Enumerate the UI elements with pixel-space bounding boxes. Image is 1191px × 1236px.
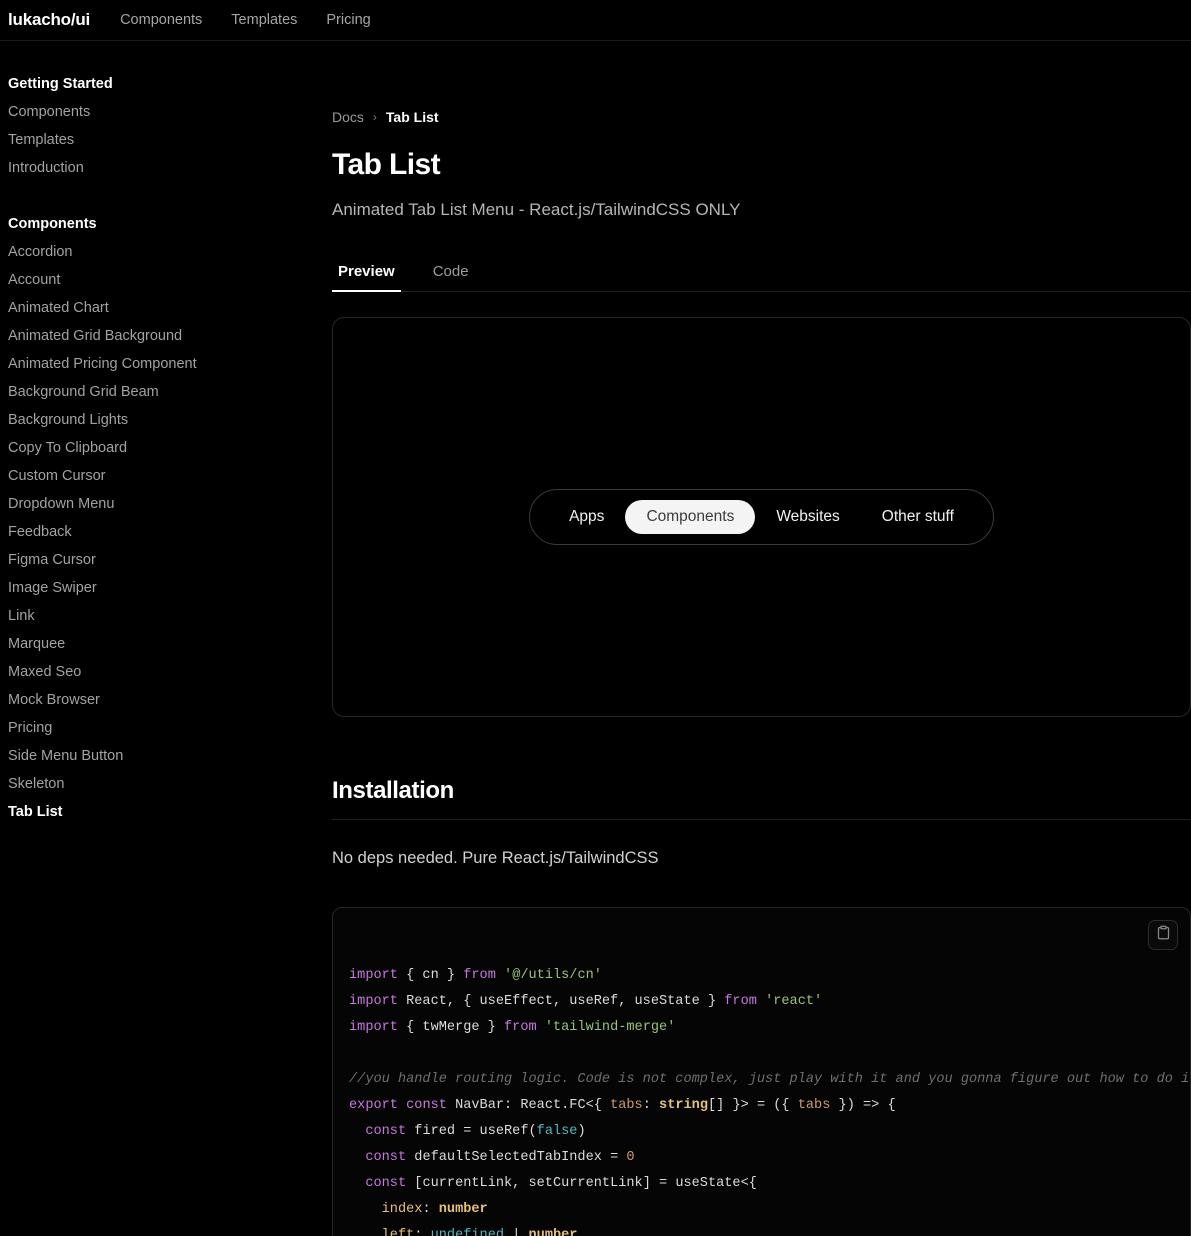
sidebar-item-marquee[interactable]: Marquee: [8, 630, 332, 658]
sidebar-item-templates[interactable]: Templates: [8, 126, 332, 154]
brand-logo[interactable]: lukacho/ui: [8, 10, 90, 30]
code-scroll-area[interactable]: import { cn } from '@/utils/cn' import R…: [333, 926, 1190, 1236]
tab-list-item-websites[interactable]: Websites: [755, 500, 860, 534]
breadcrumb-docs[interactable]: Docs: [332, 109, 364, 125]
docs-sidebar: Getting Started Components Templates Int…: [0, 41, 332, 834]
sidebar-item-side-menu-button[interactable]: Side Menu Button: [8, 742, 332, 770]
main-content: Docs › Tab List Tab List Animated Tab Li…: [332, 41, 1191, 1236]
sidebar-item-animated-chart[interactable]: Animated Chart: [8, 294, 332, 322]
page-title: Tab List: [332, 148, 441, 181]
nav-link-templates[interactable]: Templates: [231, 12, 297, 28]
sidebar-heading-getting-started: Getting Started: [8, 76, 113, 92]
code-content: import { cn } from '@/utils/cn' import R…: [349, 967, 1190, 1236]
sidebar-item-tab-list[interactable]: Tab List: [8, 798, 332, 826]
sidebar-item-skeleton[interactable]: Skeleton: [8, 770, 332, 798]
sidebar-item-components[interactable]: Components: [8, 98, 332, 126]
tab-list-item-components[interactable]: Components: [625, 500, 756, 534]
sidebar-heading-components: Components: [8, 216, 97, 232]
sidebar-item-account[interactable]: Account: [8, 266, 332, 294]
top-navigation-bar: lukacho/ui Components Templates Pricing: [0, 0, 1191, 41]
sidebar-group-components: Components Accordion Account Animated Ch…: [8, 210, 332, 826]
sidebar-item-feedback[interactable]: Feedback: [8, 518, 332, 546]
sidebar-item-figma-cursor[interactable]: Figma Cursor: [8, 546, 332, 574]
sidebar-item-introduction[interactable]: Introduction: [8, 154, 332, 182]
breadcrumb: Docs › Tab List: [332, 109, 1191, 125]
preview-code-tabs: Preview Code: [332, 259, 1191, 292]
tab-code[interactable]: Code: [427, 259, 475, 292]
sidebar-item-custom-cursor[interactable]: Custom Cursor: [8, 462, 332, 490]
tab-preview[interactable]: Preview: [332, 259, 401, 292]
sidebar-item-accordion[interactable]: Accordion: [8, 238, 332, 266]
sidebar-item-background-lights[interactable]: Background Lights: [8, 406, 332, 434]
sidebar-item-copy-to-clipboard[interactable]: Copy To Clipboard: [8, 434, 332, 462]
sidebar-item-link[interactable]: Link: [8, 602, 332, 630]
installation-description: No deps needed. Pure React.js/TailwindCS…: [332, 848, 659, 867]
sidebar-item-animated-grid-background[interactable]: Animated Grid Background: [8, 322, 332, 350]
sidebar-item-maxed-seo[interactable]: Maxed Seo: [8, 658, 332, 686]
page-subtitle: Animated Tab List Menu - React.js/Tailwi…: [332, 200, 741, 219]
chevron-right-icon: ›: [372, 110, 377, 124]
sidebar-item-background-grid-beam[interactable]: Background Grid Beam: [8, 378, 332, 406]
component-preview-card: Apps Components Websites Other stuff: [332, 316, 1191, 717]
nav-link-components[interactable]: Components: [120, 12, 202, 28]
clipboard-icon: [1156, 925, 1171, 945]
sidebar-item-animated-pricing-component[interactable]: Animated Pricing Component: [8, 350, 332, 378]
sidebar-item-pricing[interactable]: Pricing: [8, 714, 332, 742]
tab-list-component: Apps Components Websites Other stuff: [529, 489, 994, 545]
tab-list-item-other-stuff[interactable]: Other stuff: [861, 500, 975, 534]
copy-to-clipboard-button[interactable]: [1148, 919, 1178, 950]
installation-heading: Installation: [332, 777, 1191, 820]
sidebar-item-mock-browser[interactable]: Mock Browser: [8, 686, 332, 714]
nav-link-pricing[interactable]: Pricing: [326, 12, 370, 28]
tab-list-item-apps[interactable]: Apps: [548, 500, 625, 534]
code-block: import { cn } from '@/utils/cn' import R…: [332, 906, 1191, 1236]
page-layout: Getting Started Components Templates Int…: [0, 41, 1191, 1236]
sidebar-group-getting-started: Getting Started Components Templates Int…: [8, 70, 332, 182]
sidebar-item-image-swiper[interactable]: Image Swiper: [8, 574, 332, 602]
sidebar-item-dropdown-menu[interactable]: Dropdown Menu: [8, 490, 332, 518]
breadcrumb-current: Tab List: [385, 109, 439, 125]
top-nav-links: Components Templates Pricing: [120, 12, 371, 28]
